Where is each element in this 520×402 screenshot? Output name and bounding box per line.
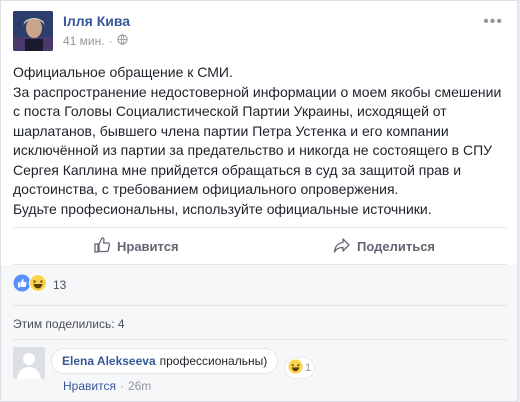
shares-count[interactable]: Этим поделились: 4 bbox=[13, 317, 125, 331]
post-text-line: достоинства, с требованием официального … bbox=[13, 181, 399, 197]
reaction-count: 13 bbox=[53, 278, 67, 292]
post-text-line: Сергея Каплина мне прийдется обращаться … bbox=[13, 161, 462, 178]
share-button[interactable]: Поделиться bbox=[333, 228, 435, 264]
separator: · bbox=[119, 379, 124, 393]
author-avatar[interactable] bbox=[13, 11, 53, 51]
post-text: Официальное обращение к СМИ. За распрост… bbox=[13, 63, 503, 219]
like-button[interactable]: Нравится bbox=[93, 228, 179, 264]
comment-meta: Нравится · 26m bbox=[63, 379, 151, 393]
post-text-line: исключённой из партии за предательство и… bbox=[13, 142, 493, 158]
comment-bubble: Elena Alekseeva профессиональны) bbox=[51, 348, 279, 374]
divider bbox=[13, 339, 507, 340]
comment-like-link[interactable]: Нравится bbox=[63, 379, 116, 393]
commenter-avatar[interactable] bbox=[13, 347, 45, 379]
separator: · bbox=[108, 34, 113, 48]
haha-reaction-icon bbox=[29, 273, 47, 297]
post-header: Ілля Кива 41 мин. · ••• bbox=[13, 11, 503, 53]
post-text-line: с поста Головы Социалистической Партии У… bbox=[13, 103, 447, 119]
post-card: Ілля Кива 41 мин. · ••• Официальное обра… bbox=[0, 0, 518, 402]
comment-reaction-count: 1 bbox=[305, 362, 312, 374]
reactions-summary[interactable]: 13 bbox=[13, 273, 67, 297]
divider bbox=[13, 305, 507, 306]
thumbs-up-icon bbox=[93, 236, 111, 257]
post-text-line: Официальное обращение к СМИ. bbox=[13, 64, 233, 80]
haha-reaction-icon bbox=[288, 359, 303, 377]
comment-text: профессиональны) bbox=[159, 354, 268, 368]
author-name[interactable]: Ілля Кива bbox=[63, 13, 130, 29]
like-label: Нравится bbox=[117, 238, 179, 254]
post-actions: Нравится Поделиться bbox=[13, 227, 507, 265]
post-text-line: За распространение недостоверной информа… bbox=[13, 83, 502, 100]
globe-icon bbox=[116, 34, 128, 48]
share-label: Поделиться bbox=[357, 238, 436, 254]
post-text-line: шарлатанов, бывшего члена партии Петра У… bbox=[13, 122, 449, 139]
comment-time[interactable]: 26m bbox=[128, 379, 151, 393]
post-time[interactable]: 41 мин. bbox=[63, 34, 105, 48]
share-arrow-icon bbox=[333, 237, 351, 256]
comment-reactions[interactable]: 1 bbox=[285, 358, 315, 378]
post-text-line: Будьте професиональны, используйте офици… bbox=[13, 200, 432, 217]
commenter-name[interactable]: Elena Alekseeva bbox=[62, 354, 156, 368]
post-meta: 41 мин. · bbox=[63, 34, 128, 48]
more-options-icon[interactable]: ••• bbox=[483, 13, 503, 31]
